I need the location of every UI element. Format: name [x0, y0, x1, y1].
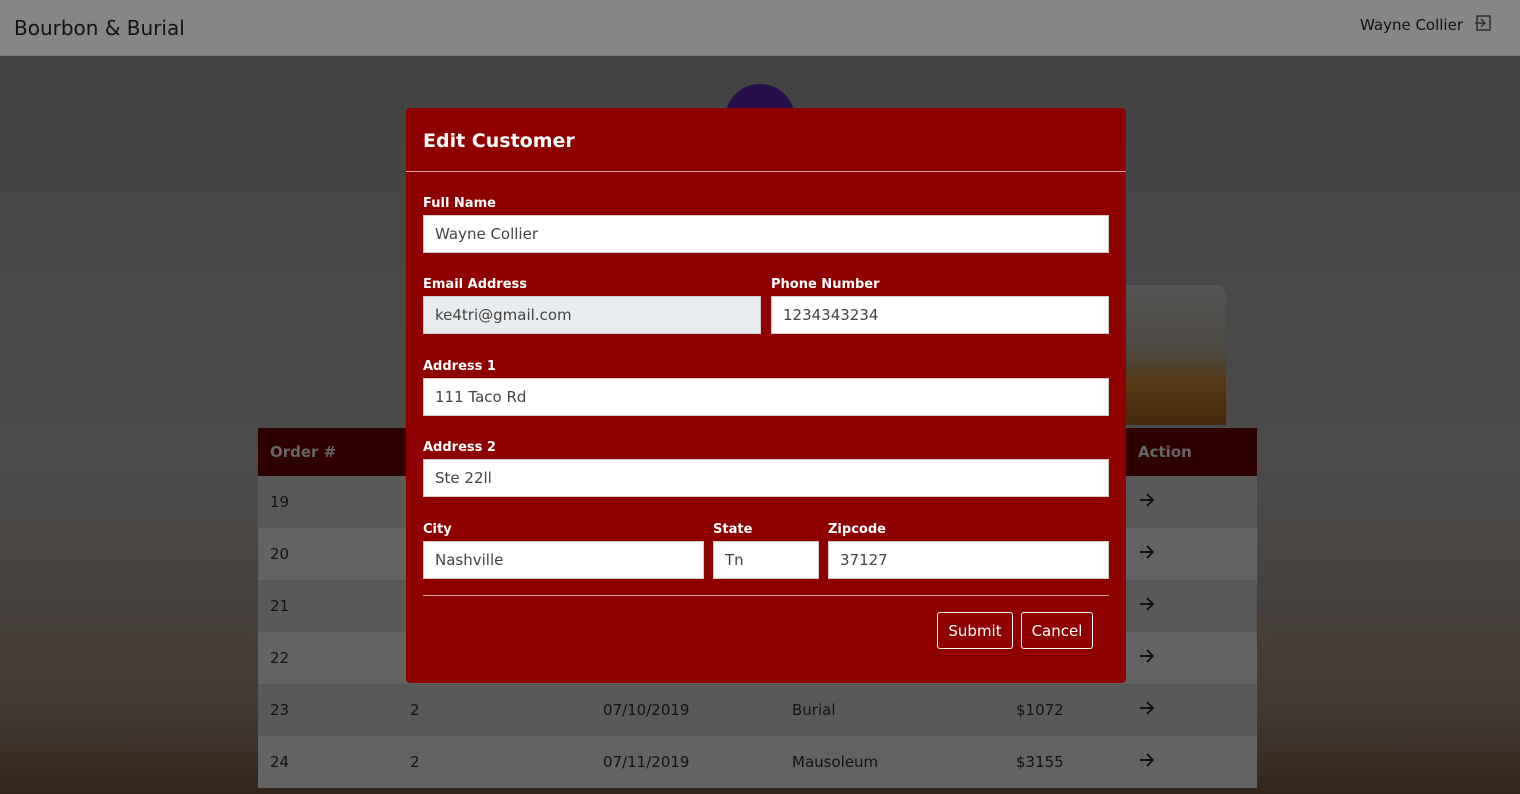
address2-label: Address 2: [423, 440, 496, 455]
address1-label: Address 1: [423, 359, 496, 374]
city-label: City: [423, 522, 452, 537]
phone-input[interactable]: [771, 296, 1109, 334]
phone-label: Phone Number: [771, 277, 880, 292]
state-input[interactable]: [713, 541, 819, 579]
modal-title: Edit Customer: [423, 130, 575, 152]
address2-input[interactable]: [423, 459, 1109, 497]
zipcode-input[interactable]: [828, 541, 1109, 579]
modal-divider: [423, 595, 1109, 596]
edit-customer-modal: Edit Customer Full Name Email Address Ph…: [406, 108, 1126, 683]
state-label: State: [713, 522, 753, 537]
submit-button[interactable]: Submit: [937, 612, 1013, 649]
email-label: Email Address: [423, 277, 528, 292]
city-input[interactable]: [423, 541, 704, 579]
address1-input[interactable]: [423, 378, 1109, 416]
email-input[interactable]: [423, 296, 761, 334]
full-name-label: Full Name: [423, 196, 496, 211]
full-name-input[interactable]: [423, 215, 1109, 253]
zipcode-label: Zipcode: [828, 522, 886, 537]
modal-header: Edit Customer: [406, 108, 1126, 172]
cancel-button[interactable]: Cancel: [1021, 612, 1093, 649]
